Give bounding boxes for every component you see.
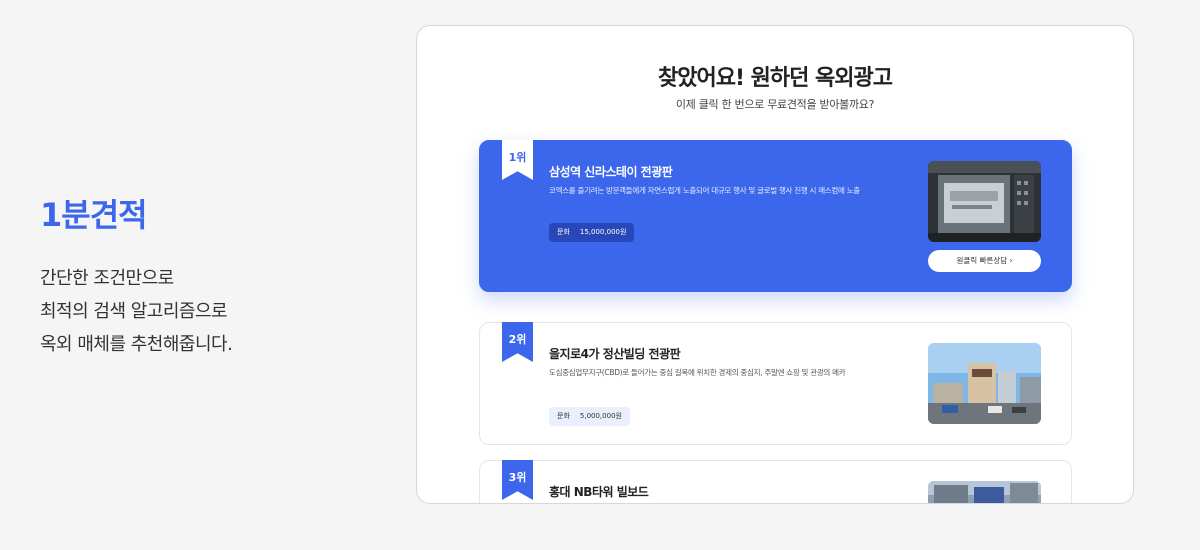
- card-title: 홍대 NB타워 빌보드: [549, 485, 649, 499]
- result-card-3[interactable]: 3위 홍대 NB타워 빌보드: [479, 460, 1072, 503]
- rank-badge-icon: 2위: [502, 322, 533, 362]
- feature-description: 간단한 조건만으로 최적의 검색 알고리즘으로 옥외 매체를 추천해줍니다.: [40, 262, 360, 361]
- billboard-thumbnail: [928, 161, 1041, 242]
- price-value: 5,000,000원: [579, 412, 622, 420]
- feature-desc-line: 간단한 조건만으로: [40, 268, 174, 289]
- billboard-thumbnail: [928, 481, 1041, 503]
- quick-consult-button[interactable]: 원클릭 빠른상담 ›: [928, 250, 1041, 272]
- result-panel: 찾았어요! 원하던 옥외광고 이제 클릭 한 번으로 무료견적을 받아볼까요? …: [416, 25, 1134, 504]
- price-label: 문화: [557, 412, 570, 420]
- panel-subtitle: 이제 클릭 한 번으로 무료견적을 받아볼까요?: [675, 98, 875, 111]
- card-description: 도심중심업무지구(CBD)로 들어가는 중심 길목에 위치한 경제의 중심지, …: [549, 368, 846, 377]
- feature-desc-line: 최적의 검색 알고리즘으로: [40, 301, 228, 322]
- price-label: 문화: [557, 228, 570, 236]
- feature-heading: 1분견적: [40, 196, 148, 234]
- panel-title: 찾았어요! 원하던 옥외광고: [658, 66, 893, 91]
- rank-badge-icon: 3위: [502, 460, 533, 500]
- price-badge: 문화 5,000,000원: [549, 407, 630, 426]
- card-title: 삼성역 신라스테이 전광판: [549, 165, 673, 179]
- feature-desc-line: 옥외 매체를 추천해줍니다.: [40, 334, 233, 355]
- rank-badge-icon: 1위: [502, 140, 533, 180]
- card-description: 코엑스를 즐기려는 방문객들에게 자연스럽게 노출되어 대규모 행사 및 글로벌…: [549, 186, 860, 195]
- price-badge: 문화 15,000,000원: [549, 223, 635, 242]
- card-title: 을지로4가 정산빌딩 전광판: [549, 347, 681, 361]
- result-card-1[interactable]: 1위 삼성역 신라스테이 전광판 코엑스를 즐기려는 방문객들에게 자연스럽게 …: [479, 140, 1072, 292]
- result-card-2[interactable]: 2위 을지로4가 정산빌딩 전광판 도심중심업무지구(CBD)로 들어가는 중심…: [479, 322, 1072, 445]
- billboard-thumbnail: [928, 343, 1041, 424]
- feature-intro: 1분견적 간단한 조건만으로 최적의 검색 알고리즘으로 옥외 매체를 추천해줍…: [40, 190, 360, 361]
- price-value: 15,000,000원: [579, 228, 627, 236]
